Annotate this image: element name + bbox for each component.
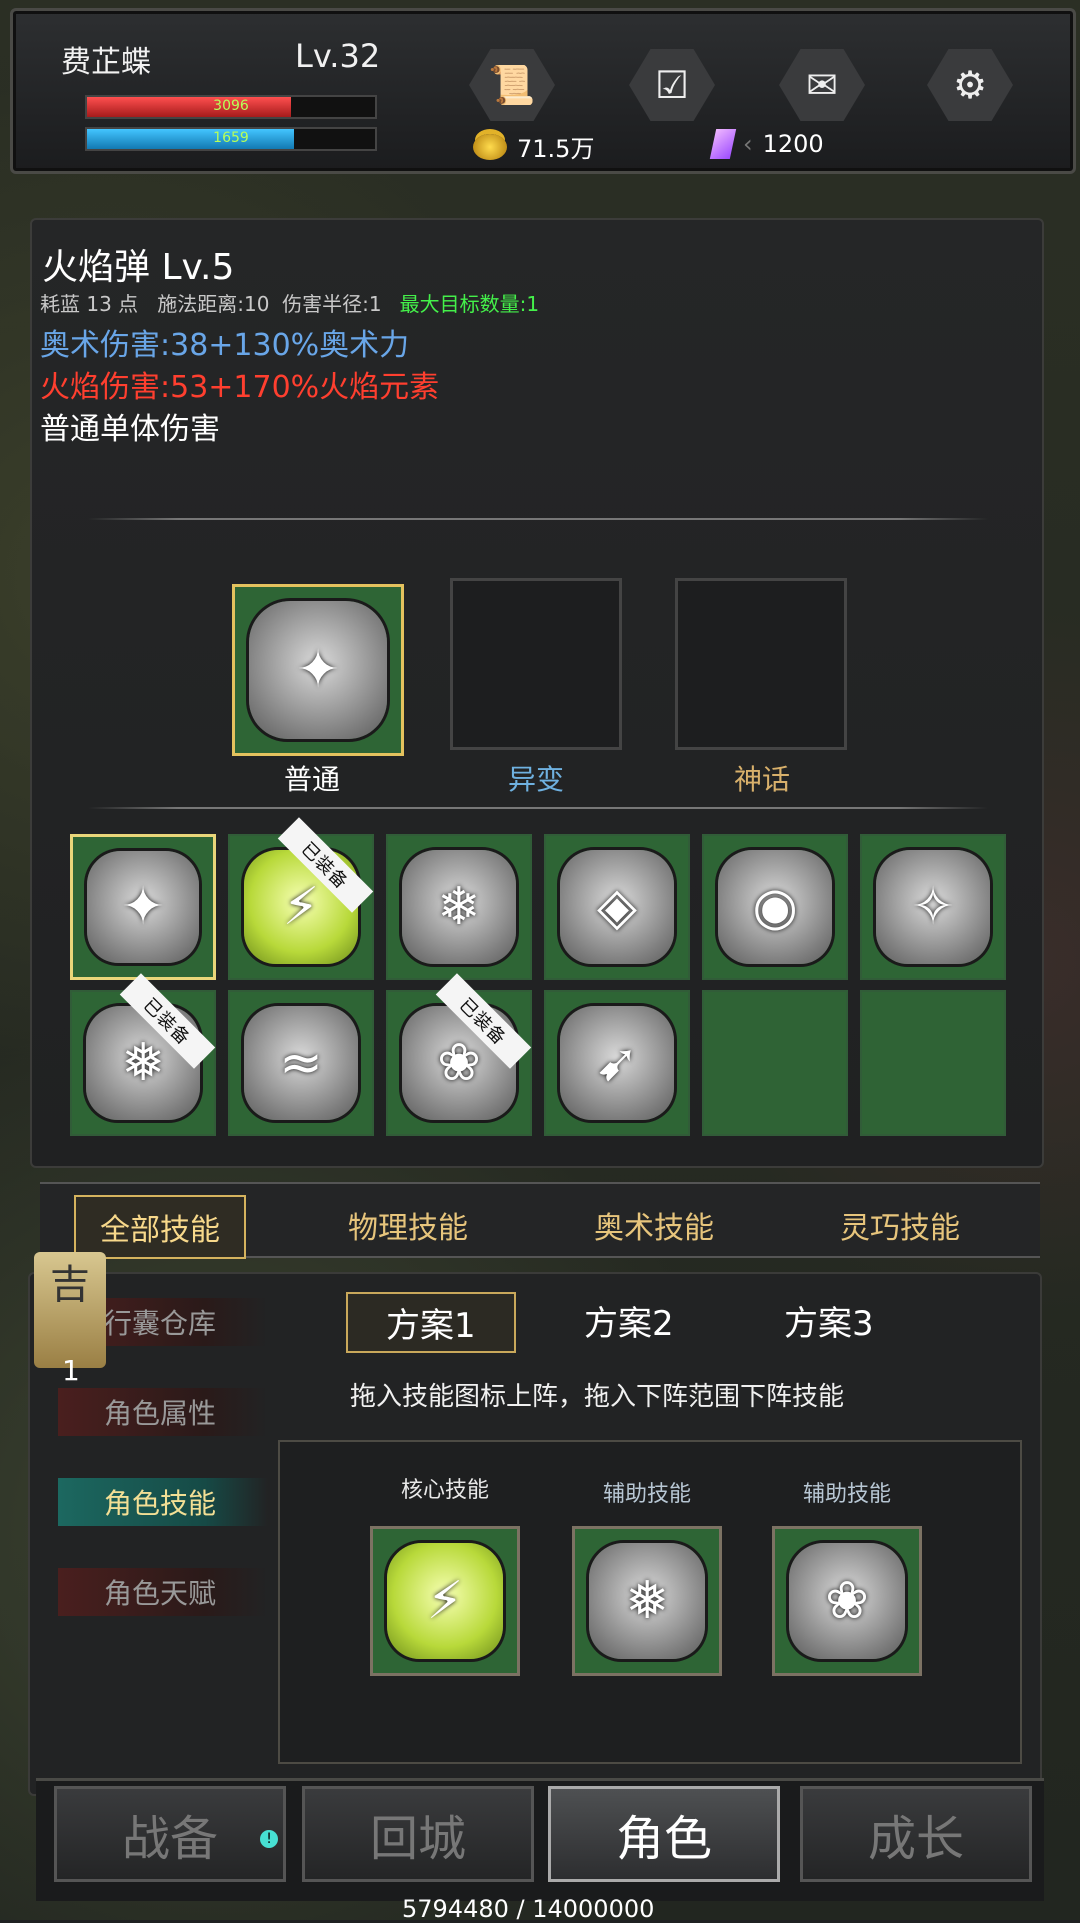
- rune-icon: ◉: [752, 877, 798, 937]
- scroll-icon[interactable]: 📜: [469, 49, 555, 121]
- damage-type: 普通单体伤害: [40, 412, 220, 447]
- empty-rune-slot[interactable]: [702, 990, 848, 1136]
- fire-damage: 火焰伤害:53+170%火焰元素: [40, 370, 440, 405]
- rune-icon: ❅: [121, 1033, 165, 1093]
- nav-return-town[interactable]: 回城: [302, 1786, 534, 1882]
- top-hud: 费芷蝶 Lv.32 3096 1659 📜 ☑ ✉ ⚙ 71.5万 ‹ 1200: [10, 8, 1076, 174]
- tab-physical-skills[interactable]: 物理技能: [324, 1195, 492, 1255]
- rune-slot[interactable]: ❄: [386, 834, 532, 980]
- fire-rune-icon: ✦: [296, 640, 340, 700]
- rune-slot[interactable]: ➹: [544, 990, 690, 1136]
- nav-character[interactable]: 角色: [548, 1786, 780, 1882]
- gold-coin-icon: [473, 133, 507, 160]
- support-skill-slot-2[interactable]: ❀: [772, 1526, 922, 1676]
- empty-rune-slot[interactable]: [860, 990, 1006, 1136]
- hp-value: 3096: [213, 98, 249, 114]
- gold-amount: 71.5万: [517, 135, 595, 163]
- rune-icon: ⚡: [282, 877, 320, 937]
- mail-icon[interactable]: ✉: [779, 49, 865, 121]
- menu-skills[interactable]: 角色技能: [58, 1478, 268, 1526]
- nav-growth[interactable]: 成长: [800, 1786, 1032, 1882]
- rune-slot[interactable]: ⚡ 已装备: [228, 817, 374, 980]
- side-badge[interactable]: 吉: [34, 1252, 106, 1368]
- rune-slot[interactable]: ≈: [228, 990, 374, 1136]
- player-level: Lv.32: [295, 37, 381, 75]
- variant-slot-mutation[interactable]: [450, 578, 622, 750]
- rune-icon: ✦: [121, 877, 165, 937]
- rune-icon: ❄: [437, 877, 481, 937]
- divider: [88, 518, 988, 520]
- side-badge-char: 吉: [50, 1262, 90, 1308]
- tab-all-skills[interactable]: 全部技能: [74, 1195, 246, 1259]
- rune-slot[interactable]: ✧: [860, 834, 1006, 980]
- notification-dot: !: [260, 1830, 278, 1848]
- gem-amount: 1200: [762, 130, 824, 158]
- variant-slot-normal[interactable]: ✦: [232, 584, 404, 756]
- rune-slot[interactable]: ❀ 已装备: [386, 973, 532, 1136]
- skill-name: 火焰弹 Lv.5: [42, 247, 235, 288]
- rune-slot[interactable]: ✦: [70, 834, 216, 980]
- gem-display: ‹ 1200: [709, 129, 824, 159]
- rune-slot[interactable]: ◈: [544, 834, 690, 980]
- rune-icon: ≈: [279, 1033, 323, 1093]
- side-badge-number: 1: [62, 1354, 80, 1387]
- rune-icon: ◈: [597, 877, 637, 937]
- menu-attributes[interactable]: 角色属性: [58, 1388, 268, 1436]
- divider: [88, 807, 988, 809]
- tab-agility-skills[interactable]: 灵巧技能: [816, 1195, 984, 1255]
- scheme-3[interactable]: 方案3: [746, 1292, 912, 1349]
- core-skill-slot[interactable]: ⚡: [370, 1526, 520, 1676]
- rune-icon: ➹: [595, 1033, 639, 1093]
- tab-arcane-skills[interactable]: 奥术技能: [570, 1195, 738, 1255]
- variant-slot-myth[interactable]: [675, 578, 847, 750]
- gem-icon: [709, 129, 737, 159]
- support-skill-slot-1[interactable]: ❅: [572, 1526, 722, 1676]
- exp-counter: 5794480 / 14000000: [402, 1895, 655, 1923]
- drag-hint: 拖入技能图标上阵，拖入下阵范围下阵技能: [350, 1382, 845, 1412]
- support-skill-label-2: 辅助技能: [802, 1482, 891, 1507]
- max-targets: 最大目标数量:1: [399, 292, 540, 316]
- core-skill-label: 核心技能: [400, 1478, 489, 1503]
- hp-bar: 3096: [85, 95, 377, 119]
- nav-growth-label: 成长: [867, 1811, 964, 1867]
- mp-value: 1659: [213, 130, 249, 146]
- rune-slot[interactable]: ❅ 已装备: [70, 973, 216, 1136]
- feather-rune-icon: ❀: [825, 1571, 869, 1631]
- rune-icon: ❀: [437, 1033, 481, 1093]
- mp-bar: 1659: [85, 127, 377, 151]
- nav-character-label: 角色: [615, 1811, 712, 1867]
- support-skill-label-1: 辅助技能: [602, 1482, 691, 1507]
- gear-icon[interactable]: ⚙: [927, 49, 1013, 121]
- menu-talents[interactable]: 角色天赋: [58, 1568, 268, 1616]
- frost-rune-icon: ❅: [625, 1571, 669, 1631]
- scheme-2[interactable]: 方案2: [546, 1292, 712, 1349]
- skill-stats: 耗蓝 13 点 施法距离:10 伤害半径:1 最大目标数量:1: [40, 292, 540, 316]
- scheme-1[interactable]: 方案1: [346, 1292, 516, 1353]
- rune-icon: ✧: [911, 877, 955, 937]
- variant-label-normal: 普通: [283, 763, 340, 796]
- calendar-check-icon[interactable]: ☑: [629, 49, 715, 121]
- gold-display: 71.5万: [473, 129, 594, 164]
- nav-equipment[interactable]: 战备: [54, 1786, 286, 1882]
- variant-label-mutation: 异变: [507, 763, 564, 796]
- nav-equipment-label: 战备: [121, 1811, 218, 1867]
- lightning-rune-icon: ⚡: [426, 1571, 464, 1631]
- rune-slot[interactable]: ◉: [702, 834, 848, 980]
- variant-label-myth: 神话: [733, 763, 790, 796]
- nav-return-label: 回城: [369, 1811, 466, 1867]
- player-name: 费芷蝶: [61, 45, 151, 80]
- arcane-damage: 奥术伤害:38+130%奥术力: [40, 328, 410, 363]
